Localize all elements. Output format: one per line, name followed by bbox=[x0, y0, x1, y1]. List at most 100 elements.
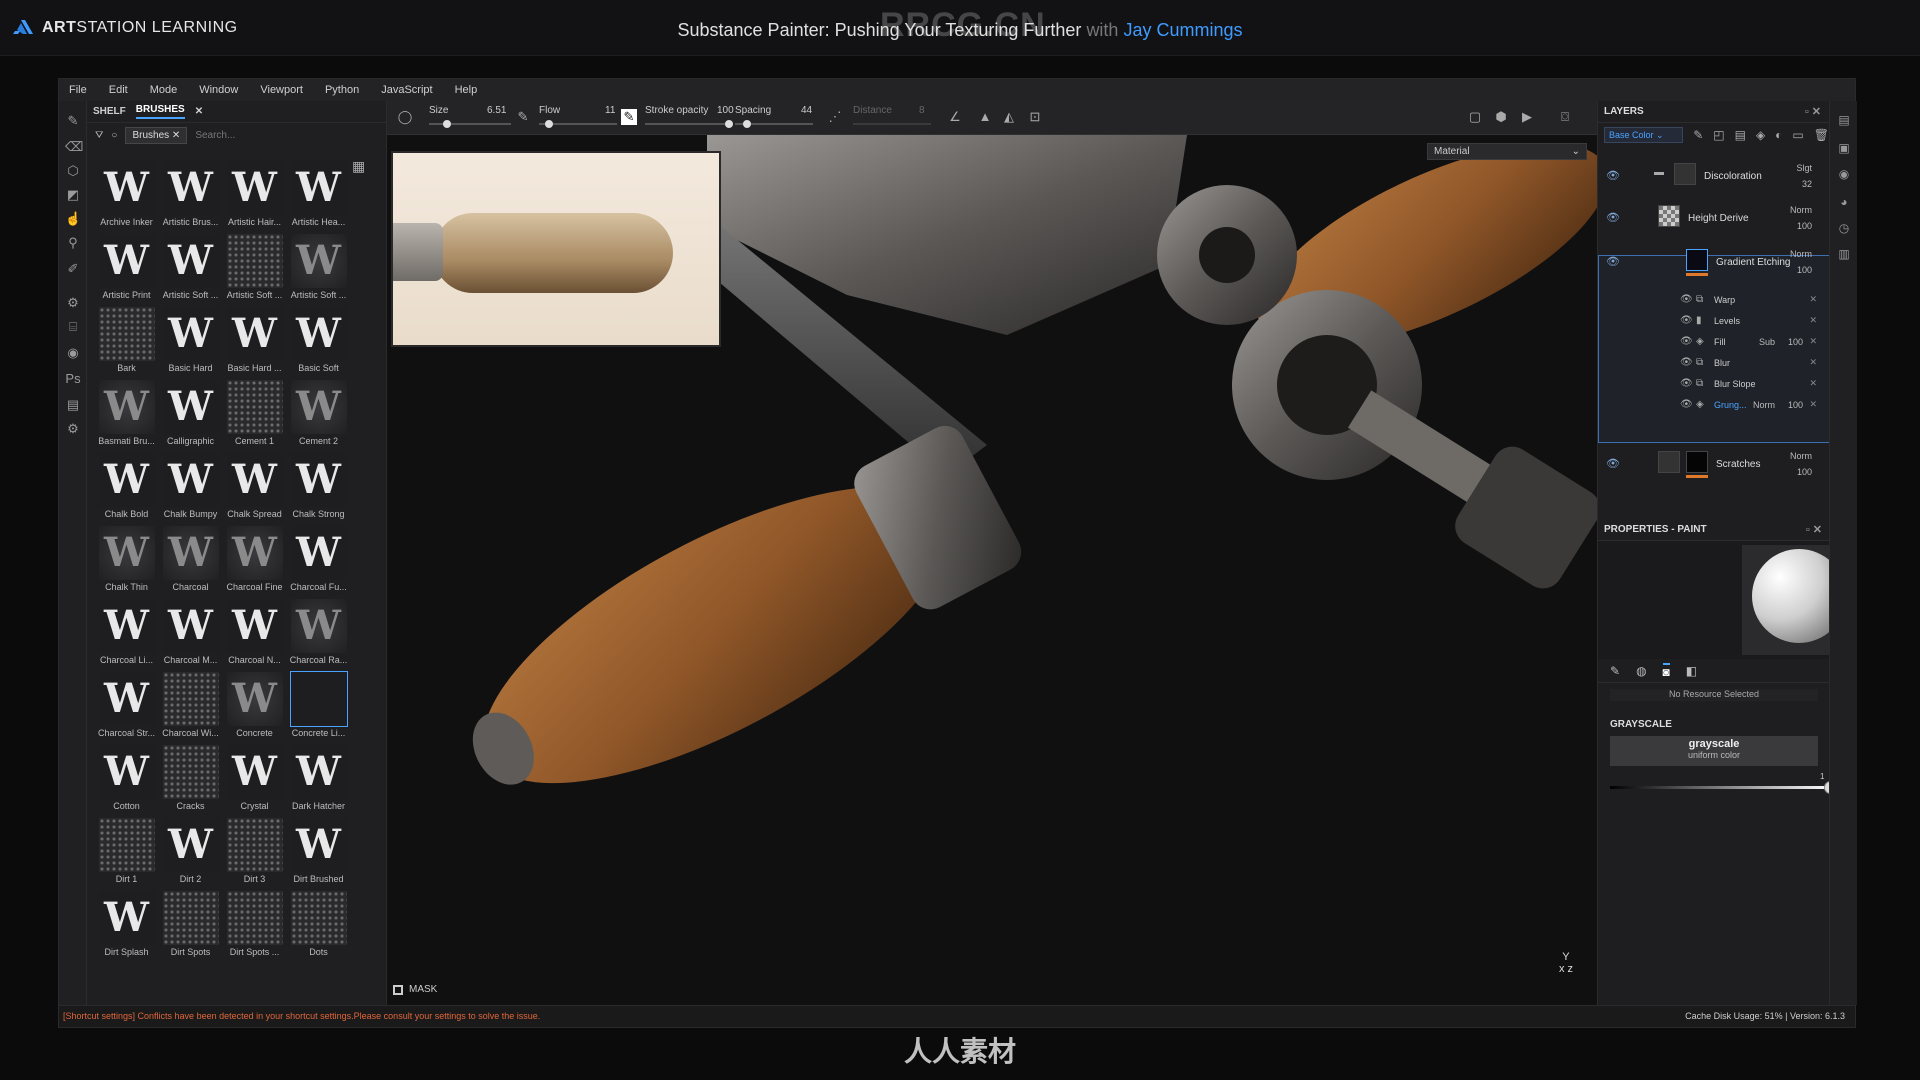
mirror-icon[interactable]: ◭ bbox=[1001, 109, 1017, 125]
brush-item[interactable]: Dirt 3 bbox=[223, 816, 286, 889]
stencil-tab-icon[interactable]: ◙ bbox=[1662, 662, 1670, 679]
layer-opacity[interactable]: 32 bbox=[1802, 179, 1812, 189]
brush-item[interactable]: W Charcoal M... bbox=[159, 597, 222, 670]
view-2d-icon[interactable]: ▢ bbox=[1467, 109, 1483, 125]
remove-effect-icon[interactable]: ✕ bbox=[1809, 294, 1817, 305]
add-fill-icon[interactable]: ◈ bbox=[1756, 128, 1765, 142]
pen-pressure-icon[interactable]: ✎ bbox=[515, 109, 531, 125]
flow-pressure-icon[interactable]: ✎ bbox=[621, 109, 637, 125]
visibility-eye-icon[interactable]: 👁 bbox=[1680, 315, 1693, 326]
add-folder-icon[interactable]: ▭ bbox=[1792, 128, 1803, 142]
transform-icon[interactable]: ⊡ bbox=[1027, 109, 1043, 125]
visibility-eye-icon[interactable]: 👁 bbox=[1680, 294, 1693, 305]
search-input[interactable]: Search... bbox=[195, 130, 235, 141]
brush-item[interactable]: W Calligraphic bbox=[159, 378, 222, 451]
remove-effect-icon[interactable]: ✕ bbox=[1809, 315, 1817, 326]
brush-item[interactable]: Bark bbox=[95, 305, 158, 378]
brush-item[interactable]: W Dark Hatcher bbox=[287, 743, 350, 816]
brush-item[interactable]: W Charcoal Fine bbox=[223, 524, 286, 597]
camera-icon[interactable]: ▶ bbox=[1519, 109, 1535, 125]
screenshot-icon[interactable]: ⌼ bbox=[1557, 109, 1573, 125]
menu-item-python[interactable]: Python bbox=[325, 84, 359, 96]
flow-value[interactable]: 11 bbox=[605, 105, 615, 116]
brush-item[interactable]: W Chalk Bumpy bbox=[159, 451, 222, 524]
channel-select[interactable]: Base Color ⌄ bbox=[1604, 127, 1684, 143]
lazy-mouse-icon[interactable]: ⋰ bbox=[827, 109, 843, 125]
layer-opacity[interactable]: 100 bbox=[1797, 221, 1812, 231]
flow-slider-knob[interactable] bbox=[545, 120, 553, 128]
history-icon[interactable]: ◷ bbox=[1837, 221, 1851, 235]
circle-filter-icon[interactable]: ○ bbox=[111, 130, 117, 141]
remove-effect-icon[interactable]: ✕ bbox=[1809, 336, 1817, 347]
effect-opacity[interactable]: 100 bbox=[1788, 337, 1803, 347]
brush-tab-icon[interactable]: ✎ bbox=[1610, 664, 1620, 678]
brush-item[interactable]: Cement 1 bbox=[223, 378, 286, 451]
size-slider-knob[interactable] bbox=[443, 120, 451, 128]
brush-item[interactable]: W Artistic Print bbox=[95, 232, 158, 305]
layer-blend-mode[interactable]: Norm bbox=[1790, 249, 1812, 259]
menu-item-file[interactable]: File bbox=[69, 84, 87, 96]
tab-brushes[interactable]: BRUSHES bbox=[135, 104, 185, 119]
add-layer-icon[interactable]: ▤ bbox=[1735, 128, 1746, 142]
effect-blur[interactable]: 👁 ⧉ Blur ✕ bbox=[1668, 354, 1823, 374]
brush-item[interactable]: W Charcoal Fu... bbox=[287, 524, 350, 597]
menu-item-mode[interactable]: Mode bbox=[150, 84, 178, 96]
layer-discoloration[interactable]: 👁 ▬ Discoloration Slgt 32 bbox=[1598, 159, 1830, 195]
layer-height-derive[interactable]: 👁 Height Derive Norm 100 bbox=[1598, 201, 1830, 237]
menu-item-help[interactable]: Help bbox=[455, 84, 478, 96]
brush-item[interactable]: W Concrete bbox=[223, 670, 286, 743]
effect-blend-mode[interactable]: Sub bbox=[1759, 337, 1775, 347]
brush-item[interactable]: Concrete Li... bbox=[287, 670, 350, 743]
brushes-filter-chip[interactable]: Brushes ✕ bbox=[125, 126, 188, 144]
viewport-mode-select[interactable]: Material ⌄ bbox=[1427, 143, 1587, 160]
add-mask-icon[interactable]: ◰ bbox=[1713, 128, 1724, 142]
effect-opacity[interactable]: 100 bbox=[1788, 400, 1803, 410]
brush-item[interactable]: W Dirt 2 bbox=[159, 816, 222, 889]
polygon-fill-icon[interactable]: ◩ bbox=[65, 187, 81, 203]
size-slider[interactable] bbox=[429, 123, 511, 125]
brush-item[interactable]: W Dirt Splash bbox=[95, 889, 158, 962]
spacing-value[interactable]: 44 bbox=[801, 105, 812, 116]
layer-gradient-etching[interactable]: 👁 Gradient Etching Norm 100 bbox=[1598, 245, 1830, 281]
visibility-eye-icon[interactable]: 👁 bbox=[1606, 457, 1620, 470]
brush-item[interactable]: Cracks bbox=[159, 743, 222, 816]
delete-layer-icon[interactable]: 🗑 bbox=[1814, 128, 1829, 142]
panel-close-icon[interactable]: ▫ ✕ bbox=[1805, 105, 1821, 118]
texture-set-icon[interactable]: ▣ bbox=[1837, 141, 1851, 155]
3d-viewport[interactable]: Material ⌄ MASK Y x z bbox=[387, 135, 1597, 1005]
effect-fill[interactable]: 👁 ◈ Fill Sub 100 ✕ bbox=[1668, 333, 1823, 353]
brush-item[interactable]: Dirt Spots ... bbox=[223, 889, 286, 962]
brush-item[interactable]: W Basic Hard bbox=[159, 305, 222, 378]
resource-slot[interactable]: No Resource Selected bbox=[1610, 689, 1818, 701]
remove-effect-icon[interactable]: ✕ bbox=[1809, 357, 1817, 368]
settings-icon[interactable]: ⚙ bbox=[65, 295, 81, 311]
stroke-opacity-knob[interactable] bbox=[725, 120, 733, 128]
symmetry-icon[interactable]: ▲ bbox=[977, 109, 993, 125]
brush-item[interactable]: W Charcoal N... bbox=[223, 597, 286, 670]
document-icon[interactable]: ▤ bbox=[65, 397, 81, 413]
menu-item-viewport[interactable]: Viewport bbox=[260, 84, 303, 96]
remove-effect-icon[interactable]: ✕ bbox=[1809, 399, 1817, 410]
paint-brush-icon[interactable]: ✎ bbox=[65, 113, 81, 129]
layer-blend-mode[interactable]: Norm bbox=[1790, 205, 1812, 215]
view-3d-icon[interactable]: ⬢ bbox=[1493, 109, 1509, 125]
brush-item[interactable]: W Chalk Spread bbox=[223, 451, 286, 524]
color-picker-icon[interactable]: ✐ bbox=[65, 261, 81, 277]
visibility-eye-icon[interactable]: 👁 bbox=[1680, 357, 1693, 368]
brush-item[interactable]: W Charcoal Ra... bbox=[287, 597, 350, 670]
brush-item[interactable]: W Dirt Brushed bbox=[287, 816, 350, 889]
layer-opacity[interactable]: 100 bbox=[1797, 265, 1812, 275]
brush-item[interactable]: W Artistic Soft ... bbox=[287, 232, 350, 305]
angle-icon[interactable]: ∠ bbox=[947, 109, 963, 125]
brush-item[interactable]: W Chalk Bold bbox=[95, 451, 158, 524]
brush-item[interactable]: W Chalk Thin bbox=[95, 524, 158, 597]
brush-item[interactable]: W Artistic Brus... bbox=[159, 159, 222, 232]
clone-icon[interactable]: ⚲ bbox=[65, 235, 81, 251]
plugin-icon[interactable]: ◉ bbox=[65, 345, 81, 361]
size-value[interactable]: 6.51 bbox=[487, 105, 506, 116]
brush-item[interactable]: Dirt Spots bbox=[159, 889, 222, 962]
visibility-eye-icon[interactable]: 👁 bbox=[1680, 399, 1693, 410]
brush-item[interactable]: Artistic Soft ... bbox=[223, 232, 286, 305]
brush-item[interactable]: W Artistic Hea... bbox=[287, 159, 350, 232]
visibility-eye-icon[interactable]: 👁 bbox=[1606, 211, 1620, 224]
